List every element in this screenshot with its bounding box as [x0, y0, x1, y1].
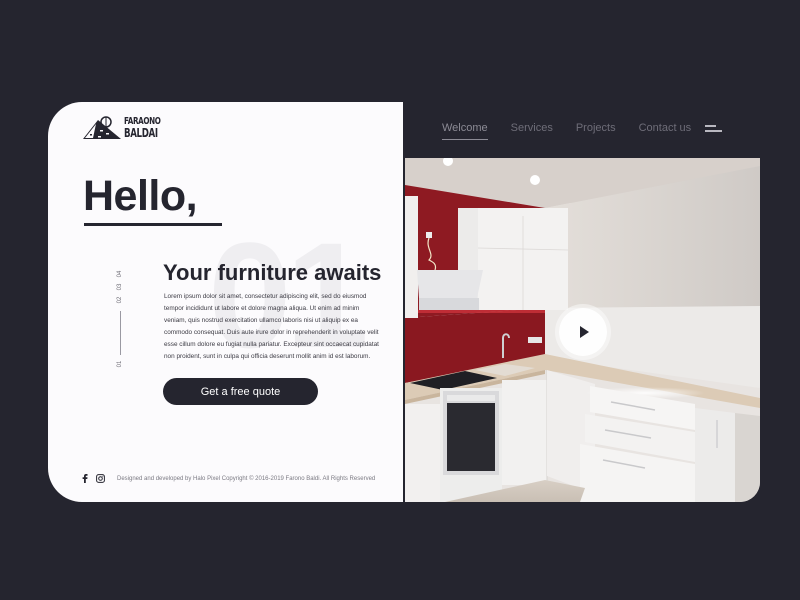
slide-number-2[interactable]: 02	[116, 292, 124, 308]
slide-pagination: 04 03 02 01	[112, 270, 128, 370]
hero-card: FARAONO BALDAI 01 Hello, 04 03 02 01 You…	[48, 102, 403, 502]
facebook-icon[interactable]	[82, 474, 88, 483]
hero-description: Lorem ipsum dolor sit amet, consectetur …	[164, 293, 379, 360]
play-icon	[580, 326, 589, 338]
copyright-text: Designed and developed by Halo Pixel Cop…	[117, 475, 376, 482]
instagram-icon[interactable]	[96, 474, 105, 483]
slide-number-1-current[interactable]: 01	[116, 356, 124, 372]
greeting-heading: Hello,	[83, 172, 198, 220]
main-nav: Welcome Services Projects Contact us	[442, 122, 714, 140]
footer: Designed and developed by Halo Pixel Cop…	[82, 474, 375, 483]
hero-subtitle: Your furniture awaits	[163, 260, 382, 285]
slide-progress-line	[119, 311, 121, 355]
nav-item-welcome[interactable]: Welcome	[442, 122, 488, 140]
brand-logo[interactable]: FARAONO BALDAI	[82, 116, 175, 140]
brand-name-line2: BALDAI	[124, 126, 158, 140]
social-links	[82, 474, 105, 483]
greeting-underline	[84, 223, 222, 226]
nav-item-contact[interactable]: Contact us	[639, 122, 692, 138]
nav-item-services[interactable]: Services	[511, 122, 553, 138]
play-video-button[interactable]	[559, 308, 607, 356]
hamburger-menu-icon[interactable]	[705, 124, 723, 134]
nav-item-projects[interactable]: Projects	[576, 122, 616, 138]
pyramid-logo-icon	[83, 116, 121, 139]
brand-wordmark: FARAONO BALDAI	[124, 117, 161, 140]
get-quote-button[interactable]: Get a free quote	[163, 378, 318, 405]
